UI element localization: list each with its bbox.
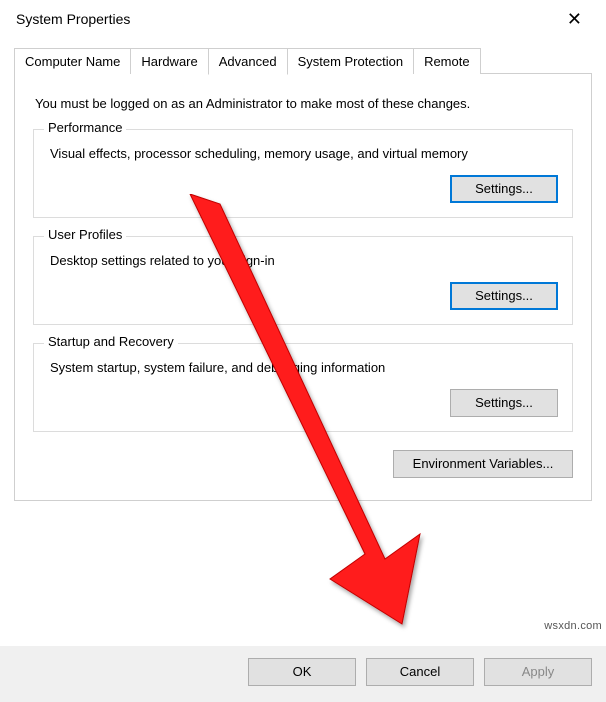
tabs-container: Computer Name Hardware Advanced System P… — [0, 40, 606, 502]
tab-computer-name[interactable]: Computer Name — [14, 48, 131, 74]
tab-remote[interactable]: Remote — [413, 48, 481, 74]
close-icon[interactable]: ✕ — [559, 9, 590, 30]
window-title: System Properties — [16, 11, 130, 27]
performance-legend: Performance — [44, 120, 126, 135]
titlebar: System Properties ✕ — [0, 0, 606, 40]
tab-content-advanced: You must be logged on as an Administrato… — [14, 73, 592, 501]
profiles-settings-button[interactable]: Settings... — [450, 282, 558, 310]
tab-system-protection[interactable]: System Protection — [287, 48, 415, 74]
profiles-desc: Desktop settings related to your sign-in — [50, 253, 558, 268]
environment-variables-button[interactable]: Environment Variables... — [393, 450, 573, 478]
cancel-button[interactable]: Cancel — [366, 658, 474, 686]
performance-desc: Visual effects, processor scheduling, me… — [50, 146, 558, 161]
intro-text: You must be logged on as an Administrato… — [35, 96, 573, 111]
tab-advanced[interactable]: Advanced — [208, 48, 288, 75]
dialog-button-bar: OK Cancel Apply — [0, 646, 606, 702]
performance-settings-button[interactable]: Settings... — [450, 175, 558, 203]
startup-settings-button[interactable]: Settings... — [450, 389, 558, 417]
group-startup-recovery: Startup and Recovery System startup, sys… — [33, 343, 573, 432]
tab-hardware[interactable]: Hardware — [130, 48, 208, 74]
apply-button[interactable]: Apply — [484, 658, 592, 686]
tabs-row: Computer Name Hardware Advanced System P… — [14, 48, 592, 74]
profiles-legend: User Profiles — [44, 227, 126, 242]
group-user-profiles: User Profiles Desktop settings related t… — [33, 236, 573, 325]
startup-legend: Startup and Recovery — [44, 334, 178, 349]
watermark-text: wsxdn.com — [544, 620, 602, 632]
group-performance: Performance Visual effects, processor sc… — [33, 129, 573, 218]
startup-desc: System startup, system failure, and debu… — [50, 360, 558, 375]
ok-button[interactable]: OK — [248, 658, 356, 686]
